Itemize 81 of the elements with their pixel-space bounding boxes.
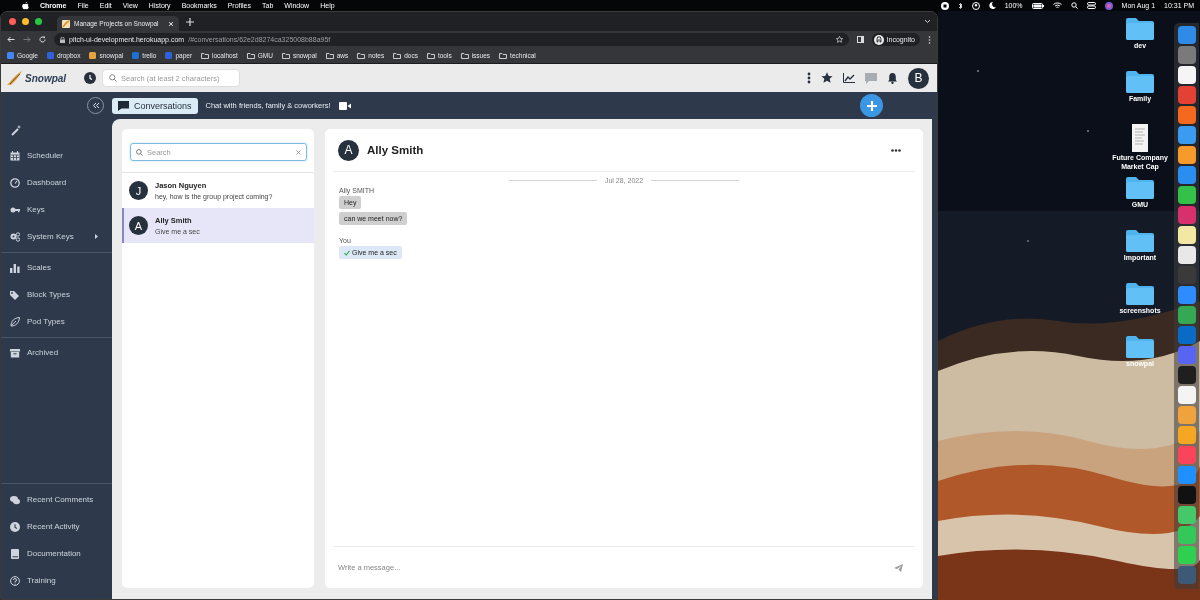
sidebar-item[interactable]: Keys <box>1 196 112 223</box>
folder-icon <box>246 52 255 59</box>
search-icon <box>109 74 117 82</box>
video-camera-icon[interactable] <box>338 101 351 110</box>
siri-icon[interactable] <box>1104 1 1113 10</box>
incognito-icon <box>873 34 884 45</box>
plus-icon[interactable] <box>186 17 194 26</box>
folder-icon <box>357 52 366 59</box>
contact-avatar: A <box>129 216 148 235</box>
user-avatar[interactable]: B <box>908 67 929 89</box>
search-icon <box>136 148 143 156</box>
contact-name: Ally Smith <box>367 144 424 156</box>
folder-icon <box>426 52 435 59</box>
star-outline-icon[interactable] <box>835 36 843 43</box>
book-icon <box>10 548 20 559</box>
send-icon[interactable] <box>894 563 903 572</box>
gauge-icon <box>10 177 20 188</box>
add-button[interactable] <box>860 94 883 117</box>
wifi-icon[interactable] <box>1052 2 1062 9</box>
sidebar-item[interactable]: Scheduler <box>1 142 112 169</box>
contact-avatar: A <box>338 139 359 161</box>
folder-icon <box>201 52 210 59</box>
forward-arrow-icon[interactable] <box>23 36 31 43</box>
record-icon[interactable] <box>940 1 949 10</box>
folder-icon <box>393 52 402 59</box>
star-icon[interactable] <box>821 72 833 84</box>
sidebar-item[interactable]: Block Types <box>1 281 112 308</box>
chat-icon <box>118 100 129 111</box>
sidebar-item[interactable]: System Keys <box>1 223 112 250</box>
side-panel-icon[interactable] <box>856 36 864 43</box>
sidebar-item[interactable]: Dashboard <box>1 169 112 196</box>
sidebar-item[interactable]: Recent Activity <box>1 513 112 540</box>
archive-box-icon <box>10 347 20 358</box>
battery-icon[interactable] <box>1031 2 1044 9</box>
calendar-icon <box>10 150 20 161</box>
conversations-tab[interactable]: Conversations <box>112 97 198 114</box>
leaf-icon <box>10 316 20 327</box>
swoosh-logo-icon <box>6 69 24 87</box>
clock-icon[interactable] <box>84 72 96 84</box>
minimize-window-button[interactable] <box>22 18 29 25</box>
line-chart-icon[interactable] <box>843 73 855 83</box>
folder-icon <box>499 52 508 59</box>
bluetooth-icon[interactable] <box>957 1 963 10</box>
plus-icon <box>866 100 877 111</box>
control-center-icon[interactable] <box>1086 2 1096 9</box>
close-window-button[interactable] <box>9 18 16 25</box>
bell-icon[interactable] <box>887 72 898 84</box>
sidebar-item[interactable]: Documentation <box>1 540 112 567</box>
back-arrow-icon[interactable] <box>7 36 15 43</box>
folder-icon <box>281 52 290 59</box>
sidebar-item[interactable]: Pod Types <box>1 308 112 335</box>
bar-chart-icon <box>10 262 20 273</box>
clear-icon[interactable] <box>296 149 301 155</box>
sidebar-item[interactable]: Scales <box>1 254 112 281</box>
chevron-down-icon[interactable] <box>924 19 931 24</box>
user-icon[interactable] <box>971 1 980 10</box>
logo-text: Snowpal <box>25 72 67 84</box>
more-vertical-icon[interactable] <box>807 72 811 84</box>
close-icon[interactable] <box>168 20 174 27</box>
snowpal-favicon-icon <box>62 19 70 28</box>
more-vertical-icon[interactable] <box>928 35 931 44</box>
question-circle-icon <box>10 575 20 586</box>
sidebar-item[interactable]: Archived <box>1 339 112 366</box>
more-horizontal-icon[interactable] <box>891 148 901 152</box>
gears-icon <box>10 231 20 242</box>
double-chevron-left-icon <box>91 102 100 109</box>
contact-avatar: J <box>129 181 148 200</box>
reload-icon[interactable] <box>39 36 46 43</box>
folder-icon <box>460 52 469 59</box>
sidebar-item[interactable]: Training <box>1 567 112 594</box>
clock-icon <box>10 521 20 532</box>
apple-logo-icon[interactable] <box>22 1 29 10</box>
moon-icon[interactable] <box>988 2 996 9</box>
comments-icon <box>10 494 20 505</box>
sidebar-item[interactable]: Recent Comments <box>1 486 112 513</box>
lock-icon <box>60 36 65 43</box>
search-icon[interactable] <box>1070 2 1078 9</box>
folder-icon <box>325 52 334 59</box>
magic-wand-icon[interactable] <box>11 125 22 136</box>
tags-icon <box>10 289 20 300</box>
zoom-window-button[interactable] <box>35 18 42 25</box>
